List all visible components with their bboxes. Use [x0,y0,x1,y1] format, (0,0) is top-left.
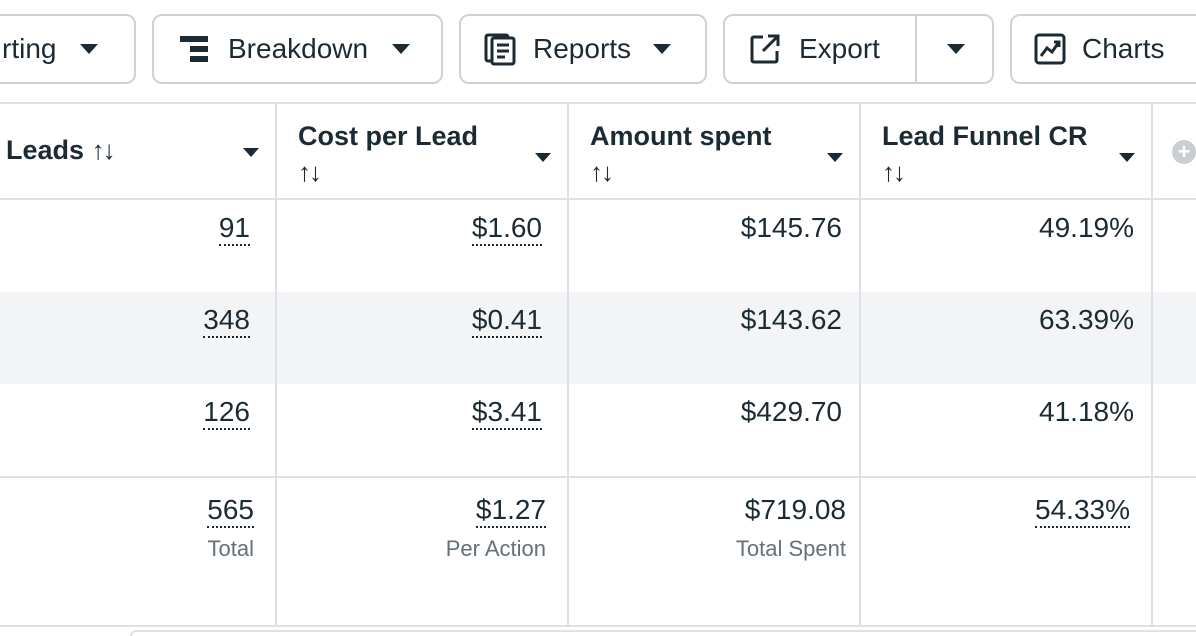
totals-top-border [0,476,1196,478]
charts-icon [1034,33,1066,65]
cell-value: $143.62 [740,304,842,335]
cell-lead-funnel-cr: 63.39% [1039,304,1134,336]
column-divider [859,102,861,627]
column-menu-caret-icon[interactable] [535,153,551,162]
export-dropdown-button[interactable] [917,16,992,82]
cell-leads[interactable]: 126 [203,396,250,430]
table-row-highlight [0,292,1196,384]
totals-bottom-border [0,625,1196,627]
column-header-label: Leads [6,135,85,165]
cell-value: $1.60 [471,212,542,246]
column-menu-caret-icon[interactable] [1119,153,1135,162]
total-lead-funnel-cr[interactable]: 54.33% [1035,494,1130,528]
export-button[interactable]: Export [725,16,880,82]
column-divider [567,102,569,627]
caret-down-icon [392,44,411,54]
column-header-lead-funnel-cr[interactable]: Lead Funnel CR ↑↓ [882,118,1088,190]
caret-down-icon [653,44,672,54]
cell-amount-spent: $143.62 [741,304,842,336]
total-cost-per-lead[interactable]: $1.27 [475,494,546,528]
cell-value: $3.41 [471,396,542,430]
cell-value: 126 [203,396,250,430]
total-cost-per-lead-caption: Per Action [445,536,546,561]
cell-value: 41.18% [1039,396,1134,427]
cell-amount-spent: $145.76 [741,212,842,244]
cell-lead-funnel-cr: 49.19% [1039,212,1134,244]
total-value: $1.27 [475,494,546,528]
reports-icon [484,33,516,66]
total-leads[interactable]: 565 [207,494,254,528]
reports-label: Reports [533,33,632,64]
total-amount-spent-caption: Total Spent [735,536,846,561]
data-table: Leads ↑↓ Cost per Lead ↑↓ Amount spent ↑… [0,100,1196,636]
total-value: $719.08 [744,494,846,525]
cell-value: $145.76 [740,212,842,243]
column-header-leads[interactable]: Leads ↑↓ [6,132,116,168]
add-column-icon[interactable]: + [1172,140,1196,164]
cell-value: $429.70 [740,396,842,427]
export-split-button: Export [723,14,994,84]
column-divider [275,102,277,627]
charts-button[interactable]: Charts [1010,14,1196,84]
caret-down-icon [80,44,99,54]
total-leads-caption: Total [207,536,254,561]
export-icon [750,34,780,64]
column-header-label: Lead Funnel CR [882,121,1088,151]
total-value: 54.33% [1035,494,1130,528]
sort-icon[interactable]: ↑↓ [92,135,116,165]
column-menu-caret-icon[interactable] [243,148,259,157]
total-amount-spent: $719.08 [745,494,846,526]
caret-down-icon [946,44,965,54]
charts-label: Charts [1082,33,1165,64]
cell-value: 348 [203,304,250,338]
horizontal-scrollbar[interactable] [130,630,1196,636]
column-header-label: Amount spent [590,121,772,151]
cell-cost-per-lead[interactable]: $0.41 [471,304,542,338]
breakdown-button[interactable]: Breakdown [152,14,443,84]
sort-icon[interactable]: ↑↓ [298,154,478,190]
column-header-cost-per-lead[interactable]: Cost per Lead ↑↓ [298,118,478,190]
cell-leads[interactable]: 91 [218,212,250,246]
total-value: 565 [207,494,254,528]
column-divider [1151,102,1153,627]
column-header-label: Cost per Lead [298,121,479,151]
breakdown-icon [180,36,208,62]
toolbar: rting Breakdown Reports Export Charts [0,0,1196,100]
column-menu-caret-icon[interactable] [827,153,843,162]
sort-icon[interactable]: ↑↓ [882,154,1088,190]
reporting-dropdown-button[interactable]: rting [0,14,136,84]
breakdown-label: Breakdown [228,33,369,64]
cell-leads[interactable]: 348 [203,304,250,338]
cell-value: 63.39% [1039,304,1134,335]
export-label: Export [799,33,880,64]
reporting-label: rting [2,33,57,64]
reports-button[interactable]: Reports [459,14,707,84]
cell-amount-spent: $429.70 [741,396,842,428]
cell-value: 91 [218,212,250,246]
column-header-amount-spent[interactable]: Amount spent ↑↓ [590,118,772,190]
sort-icon[interactable]: ↑↓ [590,154,772,190]
cell-lead-funnel-cr: 41.18% [1039,396,1134,428]
cell-value: 49.19% [1039,212,1134,243]
header-bottom-border [0,198,1196,200]
cell-cost-per-lead[interactable]: $1.60 [471,212,542,246]
cell-cost-per-lead[interactable]: $3.41 [471,396,542,430]
cell-value: $0.41 [471,304,542,338]
table-top-border [0,102,1196,104]
